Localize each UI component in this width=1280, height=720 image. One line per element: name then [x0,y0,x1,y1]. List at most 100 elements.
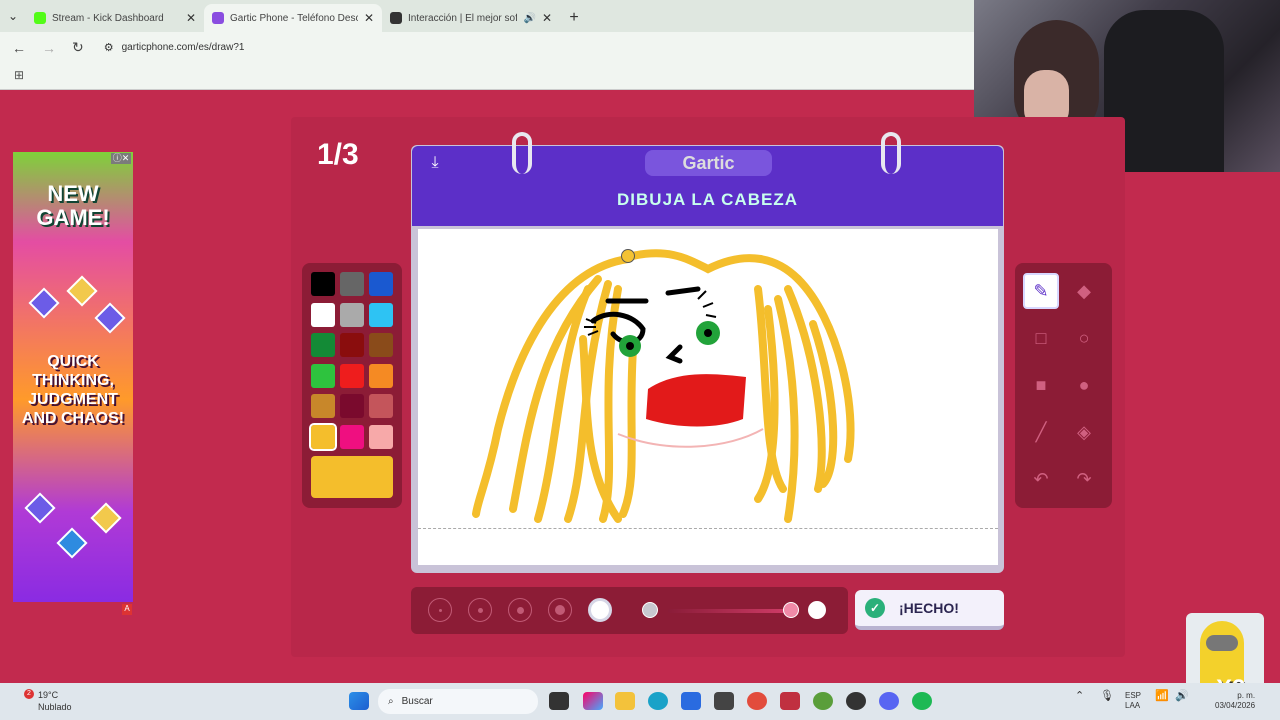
done-button[interactable]: ✓ ¡HECHO! [855,590,1004,630]
new-tab-button[interactable]: + [560,4,588,32]
address-bar: ← → ↻ ⚙ garticphone.com/es/draw?1 [0,32,974,63]
store-icon[interactable] [681,692,701,710]
brush-size-1[interactable] [428,598,452,622]
color-swatch[interactable] [311,394,335,418]
color-swatch[interactable] [340,302,364,327]
tab-interaccion[interactable]: Interacción | El mejor softw 🔊 ✕ [382,4,560,32]
close-tab-icon[interactable]: ✕ [186,11,196,25]
ad-info-icon[interactable]: ⓘ✕ [111,153,131,164]
color-swatch[interactable] [340,424,364,449]
brush-size-4[interactable] [548,598,572,622]
wifi-icon[interactable]: 📶 [1155,691,1169,702]
gartic-logo: Gartic [645,150,772,176]
gem-icon [90,502,122,534]
canvas-guide-line [418,528,998,529]
download-icon[interactable]: ⤓ [424,154,446,176]
rectangle-tool-icon[interactable]: □ [1023,320,1059,356]
current-color [311,456,393,498]
app-icon[interactable] [846,692,866,710]
ellipse-tool-icon[interactable]: ○ [1066,320,1102,356]
language-code: ESP [1125,691,1142,700]
windows-start-icon[interactable] [349,692,369,710]
color-swatch[interactable] [369,424,393,449]
tab-search-icon[interactable]: ⌄ [0,0,26,32]
color-swatch[interactable] [340,333,364,357]
url-field[interactable]: ⚙ garticphone.com/es/draw?1 [104,41,245,54]
copilot-icon[interactable] [583,692,603,710]
brush-size-5[interactable] [588,598,612,622]
undo-icon[interactable]: ↶ [1023,461,1059,497]
tab-kick-dashboard[interactable]: Stream - Kick Dashboard ✕ [26,4,204,32]
keyboard-layout: LAA [1125,701,1141,710]
color-swatch[interactable] [309,422,337,451]
color-swatch[interactable] [311,272,335,296]
eraser-tool-icon[interactable]: ◆ [1066,273,1102,309]
chrome-icon[interactable] [747,692,767,710]
edge-icon[interactable] [648,692,668,710]
color-swatch[interactable] [340,363,364,388]
microphone-icon[interactable]: 🎙 [1100,691,1114,702]
color-swatch[interactable] [311,333,335,357]
obs-icon[interactable] [780,692,800,710]
drawing-strokes [472,249,855,523]
color-swatch[interactable] [311,363,335,388]
color-swatch[interactable] [340,394,364,418]
color-swatch[interactable] [369,333,393,357]
color-swatch[interactable] [369,394,393,418]
reload-icon[interactable]: ↻ [72,39,84,56]
color-swatch[interactable] [340,272,364,296]
spotify-icon[interactable] [912,692,932,710]
opacity-slider[interactable] [668,609,796,613]
tab-title: Gartic Phone - Teléfono Descon [230,12,358,24]
forward-icon[interactable]: → [42,40,56,56]
line-tool-icon[interactable]: ╱ [1023,414,1059,450]
clock[interactable]: p. m. 03/04/2026 [1215,691,1255,711]
back-icon[interactable]: ← [12,40,26,56]
fill-bucket-tool-icon[interactable]: ◈ [1066,414,1102,450]
date: 03/04/2026 [1215,701,1256,710]
color-swatch[interactable] [369,272,393,296]
tab-gartic-phone[interactable]: Gartic Phone - Teléfono Descon ✕ [204,4,382,32]
apps-grid-icon[interactable]: ⊞ [14,68,24,82]
browser-tab-bar: ⌄ Stream - Kick Dashboard ✕ Gartic Phone… [0,0,974,32]
language-indicator[interactable]: ESP LAA [1125,691,1141,711]
drawing-canvas[interactable] [418,229,998,565]
done-label: ¡HECHO! [899,600,959,616]
ad-badge: A [122,604,132,615]
chevron-up-icon[interactable]: ⌃ [1075,691,1084,702]
file-explorer-icon[interactable] [615,692,635,710]
brush-size-2[interactable] [468,598,492,622]
app-icon[interactable] [714,692,734,710]
check-icon: ✓ [865,598,885,618]
round-counter: 1/3 [317,138,359,171]
ad-banner[interactable]: NEW GAME! QUICK THINKING, JUDGMENT AND C… [13,152,133,602]
color-swatch[interactable] [369,363,393,388]
color-swatch[interactable] [311,302,335,327]
search-placeholder: Buscar [401,696,433,707]
color-swatch[interactable] [369,302,393,327]
brush-size-3[interactable] [508,598,532,622]
taskbar-search[interactable]: ⌕ Buscar [378,689,538,714]
opacity-min-icon [642,602,658,618]
filled-rectangle-tool-icon[interactable]: ■ [1023,367,1059,403]
filled-ellipse-tool-icon[interactable]: ● [1066,367,1102,403]
pen-tool-icon[interactable]: ✎ [1023,273,1059,309]
weather-widget[interactable]: 2 19°C Nublado [24,689,72,713]
close-tab-icon[interactable]: ✕ [364,11,374,25]
volume-icon[interactable]: 🔊 [1175,691,1189,702]
kick-favicon-icon [34,12,46,24]
discord-icon[interactable] [879,692,899,710]
weather-condition: Nublado [38,702,72,712]
site-info-icon[interactable]: ⚙ [104,41,114,54]
drawing-prompt: DIBUJA LA CABEZA [617,190,798,209]
windows-taskbar: 2 19°C Nublado ⌕ Buscar ⌃ 🎙 ESP LAA 📶 🔊 … [0,683,1280,720]
task-view-icon[interactable] [549,692,569,710]
close-tab-icon[interactable]: ✕ [542,11,552,25]
speaker-icon[interactable]: 🔊 [523,13,535,24]
chrome-profile-icon[interactable] [813,692,833,710]
redo-icon[interactable]: ↷ [1066,461,1102,497]
tab-title: Interacción | El mejor softw [408,12,518,24]
gem-icon [24,492,56,524]
opacity-slider-handle[interactable] [783,602,799,618]
notification-badge: 2 [24,689,34,699]
